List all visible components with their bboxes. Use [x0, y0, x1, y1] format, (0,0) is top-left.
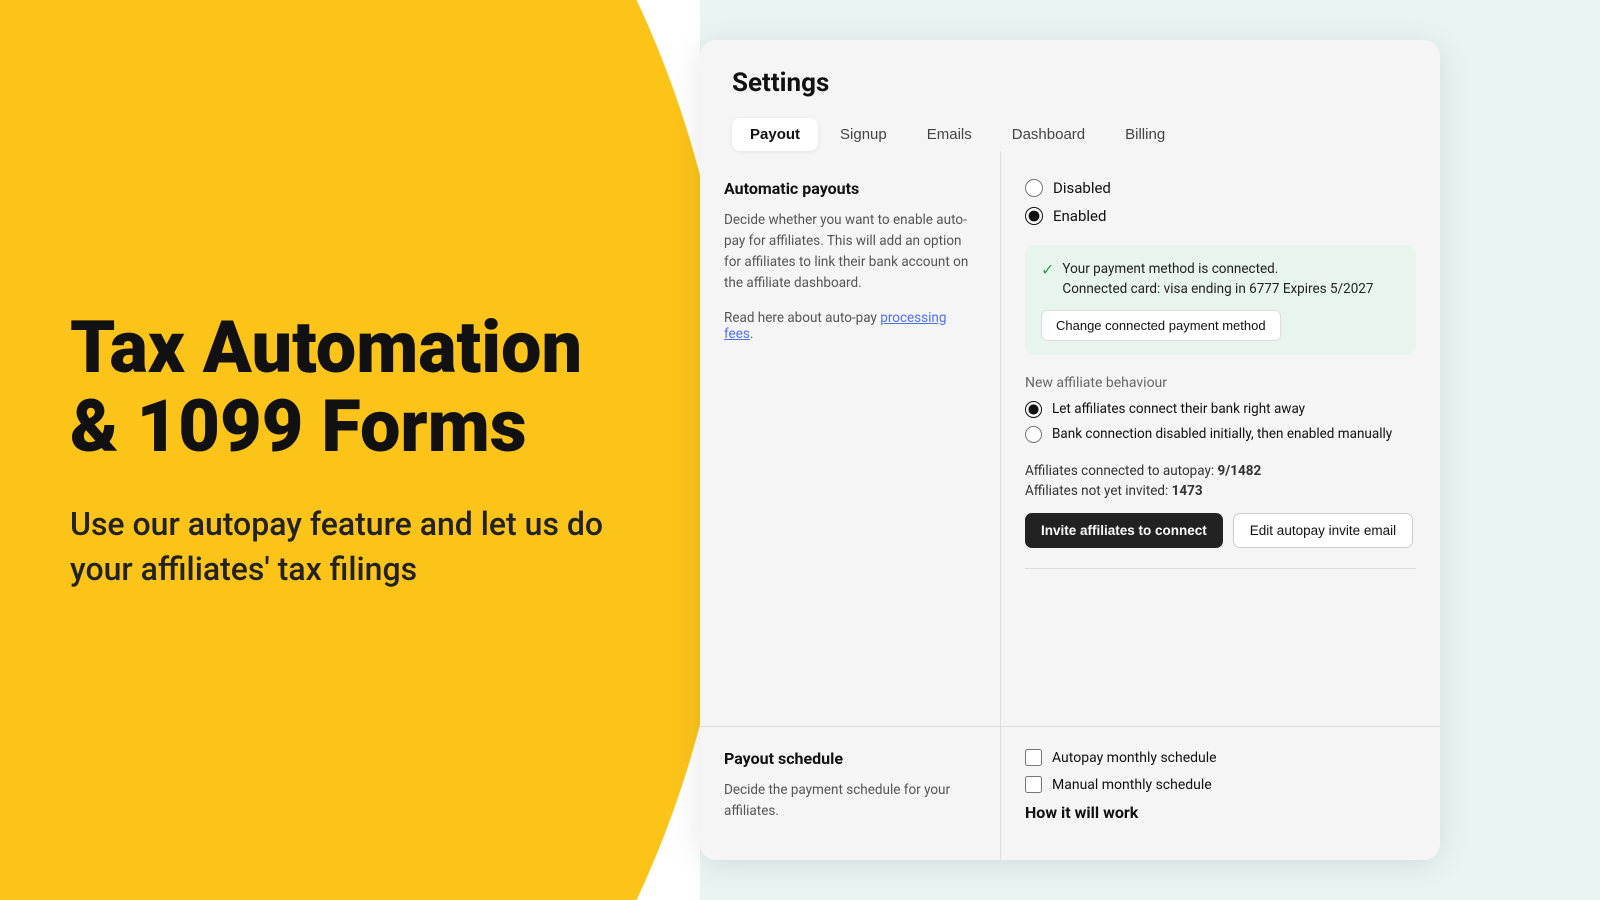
how-it-works-title: How it will work [1025, 803, 1416, 822]
radio-connect-right-away-input[interactable] [1025, 401, 1042, 418]
action-buttons: Invite affiliates to connect Edit autopa… [1025, 513, 1416, 548]
invite-affiliates-button[interactable]: Invite affiliates to connect [1025, 513, 1223, 548]
autopay-monthly-checkbox[interactable] [1025, 749, 1042, 766]
settings-card: Settings Payout Signup Emails Dashboard … [700, 40, 1440, 860]
tabs-bar: Payout Signup Emails Dashboard Billing [732, 118, 1408, 151]
new-affiliate-behaviour-title: New affiliate behaviour [1025, 375, 1416, 391]
radio-disabled-initially-label: Bank connection disabled initially, then… [1052, 426, 1392, 442]
manual-monthly-checkbox[interactable] [1025, 776, 1042, 793]
automatic-payouts-title: Automatic payouts [724, 179, 976, 198]
hero-heading: Tax Automation & 1099 Forms [70, 308, 630, 466]
processing-fees-link-text: Read here about auto-pay processing fees… [724, 310, 976, 342]
radio-enabled-label: Enabled [1053, 207, 1106, 225]
radio-enabled-input[interactable] [1025, 207, 1043, 225]
affiliate-stats: Affiliates connected to autopay: 9/1482 … [1025, 463, 1416, 499]
payout-schedule-section [1025, 568, 1416, 593]
settings-header: Settings Payout Signup Emails Dashboard … [700, 40, 1440, 151]
radio-disabled-initially[interactable]: Bank connection disabled initially, then… [1025, 426, 1416, 443]
payment-connected-banner: ✓ Your payment method is connected. Conn… [1025, 245, 1416, 355]
tab-billing[interactable]: Billing [1107, 118, 1183, 151]
radio-disabled-initially-input[interactable] [1025, 426, 1042, 443]
tab-emails[interactable]: Emails [909, 118, 990, 151]
payout-schedule-left: Payout schedule Decide the payment sched… [700, 727, 1000, 860]
left-panel: Tax Automation & 1099 Forms Use our auto… [0, 0, 700, 900]
payment-banner-top: ✓ Your payment method is connected. Conn… [1041, 259, 1400, 300]
radio-disabled-input[interactable] [1025, 179, 1043, 197]
tab-dashboard[interactable]: Dashboard [994, 118, 1103, 151]
manual-monthly-option[interactable]: Manual monthly schedule [1025, 776, 1416, 793]
radio-enabled[interactable]: Enabled [1025, 207, 1416, 225]
payout-schedule-desc: Decide the payment schedule for your aff… [724, 780, 976, 822]
radio-disabled-label: Disabled [1053, 179, 1111, 197]
autopay-monthly-label: Autopay monthly schedule [1052, 750, 1217, 766]
hero-subtext: Use our autopay feature and let us do yo… [70, 502, 630, 592]
new-affiliate-behaviour-section: New affiliate behaviour Let affiliates c… [1025, 375, 1416, 443]
radio-connect-right-away-label: Let affiliates connect their bank right … [1052, 401, 1305, 417]
settings-title: Settings [732, 68, 1408, 98]
payment-banner-text: Your payment method is connected. Connec… [1062, 259, 1373, 300]
not-invited-stat: Affiliates not yet invited: 1473 [1025, 483, 1416, 499]
payment-connected-line1: Your payment method is connected. [1062, 259, 1373, 279]
payout-schedule-full: Payout schedule Decide the payment sched… [700, 726, 1440, 860]
payout-schedule-right: Autopay monthly schedule Manual monthly … [1001, 727, 1440, 860]
connected-stat: Affiliates connected to autopay: 9/1482 [1025, 463, 1416, 479]
check-icon: ✓ [1041, 260, 1054, 279]
tab-signup[interactable]: Signup [822, 118, 905, 151]
automatic-payouts-desc: Decide whether you want to enable auto-p… [724, 210, 976, 294]
manual-monthly-label: Manual monthly schedule [1052, 777, 1212, 793]
payout-schedule-title: Payout schedule [724, 749, 976, 768]
edit-email-button[interactable]: Edit autopay invite email [1233, 513, 1413, 548]
payout-radio-group: Disabled Enabled [1025, 179, 1416, 225]
autopay-monthly-option[interactable]: Autopay monthly schedule [1025, 749, 1416, 766]
tab-payout[interactable]: Payout [732, 118, 818, 151]
payment-connected-line2: Connected card: visa ending in 6777 Expi… [1062, 279, 1373, 299]
change-payment-button[interactable]: Change connected payment method [1041, 310, 1281, 341]
radio-disabled[interactable]: Disabled [1025, 179, 1416, 197]
radio-connect-right-away[interactable]: Let affiliates connect their bank right … [1025, 401, 1416, 418]
